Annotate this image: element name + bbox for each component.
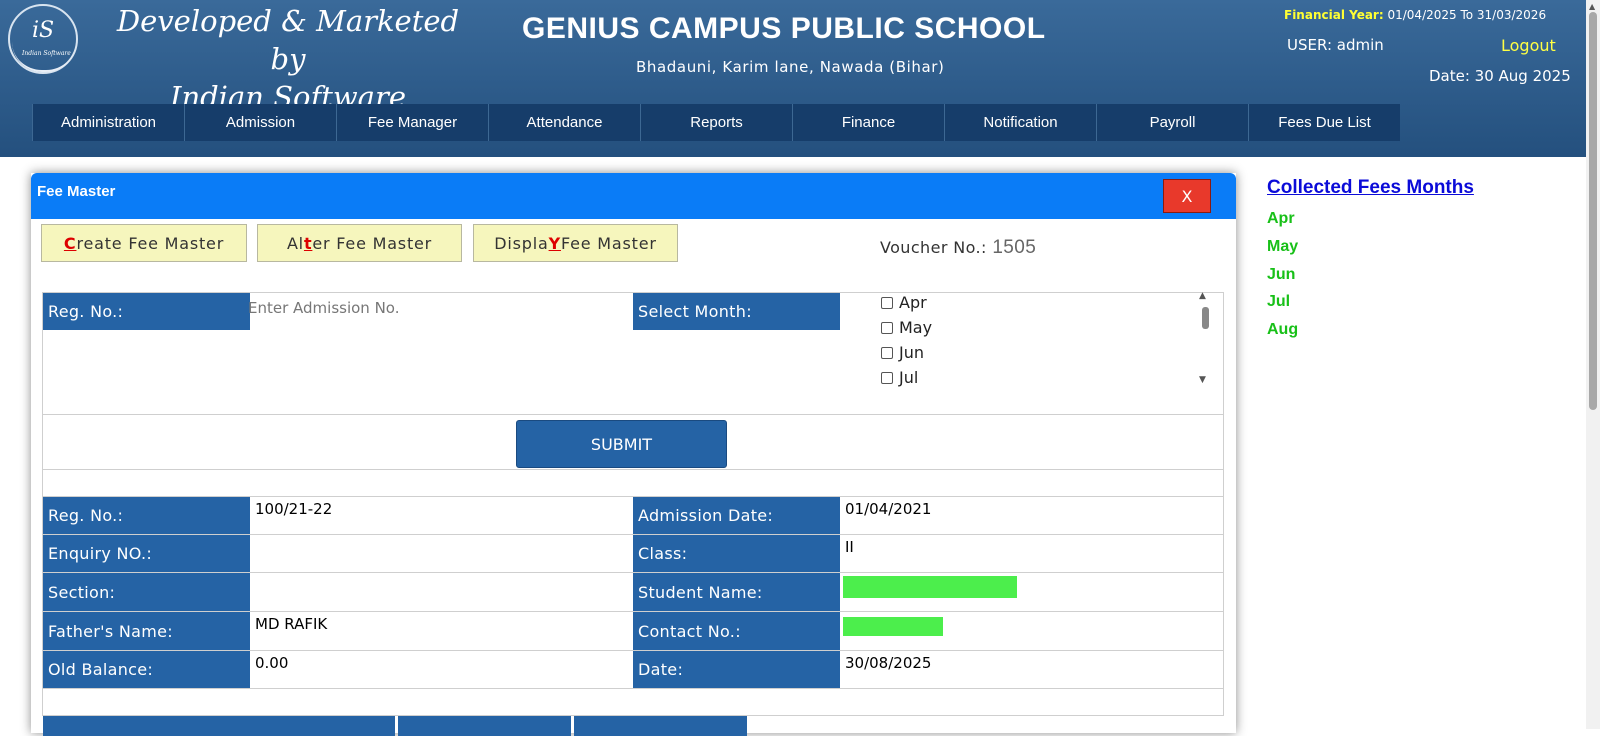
enquiry-no-label: Enquiry NO.: bbox=[43, 535, 250, 572]
date-value: 30/08/2025 bbox=[845, 654, 932, 672]
page-scrollbar[interactable]: ▲ bbox=[1586, 0, 1600, 729]
checkbox-jul[interactable] bbox=[881, 371, 893, 384]
developer-credit: Developed & Marketed by Indian Software bbox=[98, 2, 478, 116]
voucher-label: Voucher No.: bbox=[880, 238, 987, 257]
admission-date-label: Admission Date: bbox=[633, 497, 840, 534]
display-pre: Displa bbox=[494, 233, 549, 253]
admission-date-value: 01/04/2021 bbox=[845, 500, 932, 518]
collected-month-may: May bbox=[1267, 238, 1299, 255]
nav-admission[interactable]: Admission bbox=[184, 104, 336, 141]
create-fee-master-button[interactable]: Create Fee Master bbox=[41, 224, 247, 262]
display-accesskey: Y bbox=[548, 233, 561, 253]
nav-attendance[interactable]: Attendance bbox=[488, 104, 640, 141]
display-post: Fee Master bbox=[560, 233, 657, 253]
month-apr-label: Apr bbox=[899, 293, 927, 312]
fee-table-header-cell bbox=[43, 716, 395, 736]
contact-no-redacted bbox=[843, 617, 943, 636]
nav-fees-due-list[interactable]: Fees Due List bbox=[1248, 104, 1400, 141]
scroll-up-arrow-icon[interactable]: ▲ bbox=[1589, 2, 1595, 11]
date-label: Date: bbox=[633, 651, 840, 688]
fee-master-panel: Fee Master X Create Fee Master Al t er Fee… bbox=[31, 173, 1236, 736]
father-name-label: Father's Name: bbox=[43, 612, 250, 650]
developer-line-1: Developed & Marketed by bbox=[116, 4, 460, 76]
collected-fees-months-title[interactable]: Collected Fees Months bbox=[1267, 177, 1474, 199]
month-option-jul[interactable]: Jul bbox=[881, 365, 1201, 390]
create-post: reate Fee Master bbox=[76, 233, 225, 253]
checkbox-apr[interactable] bbox=[881, 296, 893, 309]
section-label: Section: bbox=[43, 573, 250, 611]
student-name-redacted bbox=[843, 576, 1017, 598]
financial-year-label: Financial Year: bbox=[1284, 8, 1384, 22]
reg-no-label: Reg. No.: bbox=[43, 497, 250, 534]
alter-pre: Al bbox=[286, 233, 304, 253]
month-option-jun[interactable]: Jun bbox=[881, 340, 1201, 365]
school-name: GENIUS CAMPUS PUBLIC SCHOOL bbox=[522, 12, 1046, 45]
collected-month-jun: Jun bbox=[1267, 266, 1296, 283]
nav-notification[interactable]: Notification bbox=[944, 104, 1096, 141]
create-accesskey: C bbox=[63, 233, 77, 253]
nav-administration[interactable]: Administration bbox=[32, 104, 184, 141]
nav-finance[interactable]: Finance bbox=[792, 104, 944, 141]
current-date: Date: 30 Aug 2025 bbox=[1429, 67, 1571, 85]
spacer-row-2 bbox=[42, 688, 1224, 716]
spacer-row bbox=[42, 469, 1224, 497]
logo-mark: iS bbox=[32, 18, 55, 43]
school-address: Bhadauni, Karim lane, Nawada (Bihar) bbox=[636, 58, 945, 76]
main-nav: Administration Admission Fee Manager Att… bbox=[32, 104, 1400, 141]
old-balance-value: 0.00 bbox=[255, 654, 289, 672]
fee-table-header-cell bbox=[398, 716, 571, 736]
financial-year: Financial Year: 01/04/2025 To 31/03/2026 bbox=[1284, 8, 1546, 22]
alter-accesskey: t bbox=[303, 233, 313, 253]
collected-month-aug: Aug bbox=[1267, 321, 1299, 338]
scrollbar-thumb[interactable] bbox=[1589, 12, 1597, 410]
contact-no-label: Contact No.: bbox=[633, 612, 840, 650]
class-value: II bbox=[845, 538, 854, 556]
student-name-label: Student Name: bbox=[633, 573, 840, 611]
nav-payroll[interactable]: Payroll bbox=[1096, 104, 1248, 141]
month-jun-label: Jun bbox=[899, 343, 924, 362]
user-label: USER: admin bbox=[1287, 36, 1384, 54]
panel-header: Fee Master X bbox=[31, 173, 1236, 219]
checkbox-may[interactable] bbox=[881, 321, 893, 334]
fee-table-header-cell bbox=[574, 716, 747, 736]
enquiry-no-value bbox=[250, 535, 630, 572]
month-jul-label: Jul bbox=[899, 368, 919, 387]
month-option-may[interactable]: May bbox=[881, 315, 1201, 340]
voucher-number: Voucher No.: 1505 bbox=[880, 237, 1036, 259]
panel-title: Fee Master bbox=[37, 183, 116, 200]
checkbox-jun[interactable] bbox=[881, 346, 893, 359]
financial-year-value: 01/04/2025 To 31/03/2026 bbox=[1387, 8, 1547, 22]
father-name-value: MD RAFIK bbox=[255, 615, 328, 633]
submit-button[interactable]: SUBMIT bbox=[516, 420, 727, 468]
nav-reports[interactable]: Reports bbox=[640, 104, 792, 141]
class-label: Class: bbox=[633, 535, 840, 572]
old-balance-label: Old Balance: bbox=[43, 651, 250, 688]
alter-post: er Fee Master bbox=[312, 233, 433, 253]
section-value bbox=[250, 573, 630, 611]
month-scroll-thumb[interactable] bbox=[1202, 307, 1209, 329]
reg-no-search-input[interactable] bbox=[244, 291, 616, 325]
month-may-label: May bbox=[899, 318, 933, 337]
logo-swoosh bbox=[12, 42, 76, 72]
voucher-value: 1505 bbox=[992, 237, 1037, 258]
reg-no-search-label: Reg. No.: bbox=[43, 293, 250, 330]
collected-month-apr: Apr bbox=[1267, 210, 1295, 227]
reg-no-value: 100/21-22 bbox=[255, 500, 333, 518]
close-button[interactable]: X bbox=[1163, 179, 1211, 213]
logout-link[interactable]: Logout bbox=[1501, 36, 1556, 55]
month-scroll-down-icon[interactable]: ▼ bbox=[1199, 375, 1206, 385]
month-option-apr[interactable]: Apr bbox=[881, 290, 1201, 315]
collected-month-jul: Jul bbox=[1267, 293, 1291, 310]
header: iS Indian Software Developed & Marketed … bbox=[0, 0, 1586, 157]
month-scroll-up-icon[interactable]: ▲ bbox=[1199, 291, 1206, 301]
display-fee-master-button[interactable]: Displa Y Fee Master bbox=[473, 224, 678, 262]
nav-fee-manager[interactable]: Fee Manager bbox=[336, 104, 488, 141]
logo: iS Indian Software bbox=[8, 4, 78, 74]
month-checkbox-list: Apr May Jun Jul bbox=[881, 290, 1201, 390]
alter-fee-master-button[interactable]: Al t er Fee Master bbox=[257, 224, 462, 262]
select-month-label: Select Month: bbox=[633, 293, 840, 330]
